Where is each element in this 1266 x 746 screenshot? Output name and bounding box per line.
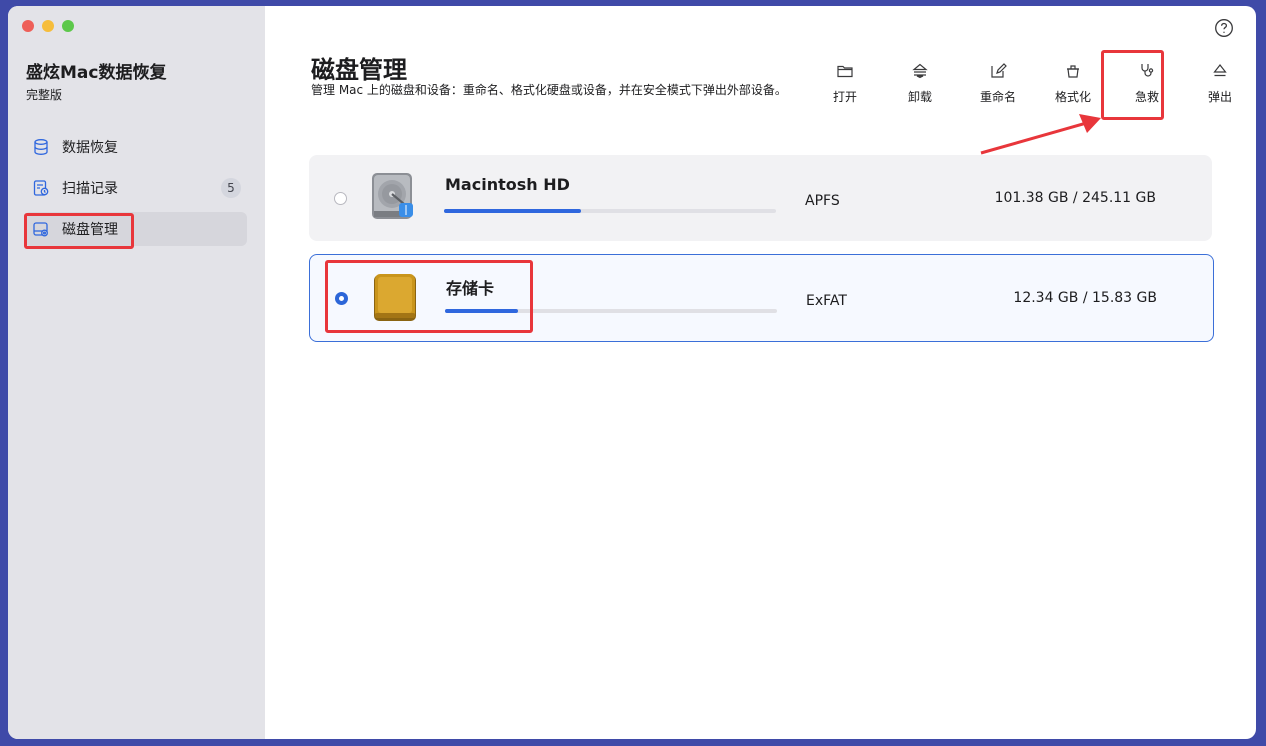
page-title: 磁盘管理	[311, 56, 407, 84]
minimize-window-button[interactable]	[42, 20, 54, 32]
scan-history-icon	[32, 179, 50, 197]
eject-button[interactable]: 弹出	[1185, 62, 1255, 105]
scan-count-badge: 5	[221, 178, 241, 198]
disk-filesystem: APFS	[805, 193, 840, 209]
disk-usage-bar	[444, 209, 776, 213]
disk-filesystem: ExFAT	[806, 293, 847, 309]
disk-usage-fill	[444, 209, 582, 213]
annotation-highlight-memory-card	[325, 260, 533, 333]
disk-capacity: 12.34 GB / 15.83 GB	[1013, 290, 1157, 306]
app-title: 盛炫Mac数据恢复	[26, 63, 167, 83]
toolbar-label: 格式化	[1054, 90, 1091, 104]
open-button[interactable]: 打开	[810, 62, 880, 105]
format-button[interactable]: 格式化	[1038, 62, 1108, 105]
sidebar-item-label: 数据恢复	[62, 140, 118, 156]
toolbar-label: 弹出	[1207, 90, 1232, 104]
toolbar-label: 打开	[832, 90, 857, 104]
rename-button[interactable]: 重命名	[963, 62, 1033, 105]
sidebar: 盛炫Mac数据恢复 完整版 数据恢复 扫描记录 5 磁盘管理	[8, 6, 265, 739]
disk-row-macintosh-hd[interactable]: Macintosh HD APFS 101.38 GB / 245.11 GB	[309, 155, 1212, 241]
sidebar-item-label: 扫描记录	[62, 181, 118, 197]
annotation-highlight-sidebar	[24, 213, 134, 249]
folder-icon	[837, 65, 853, 78]
toolbar-label: 重命名	[979, 90, 1016, 104]
main-panel: 磁盘管理 管理 Mac 上的磁盘和设备：重命名、格式化硬盘或设备，并在安全模式下…	[265, 6, 1256, 739]
unmount-icon	[912, 63, 928, 79]
disk-name: Macintosh HD	[445, 175, 570, 194]
sidebar-item-scan-history[interactable]: 扫描记录 5	[24, 171, 247, 205]
app-window: 盛炫Mac数据恢复 完整版 数据恢复 扫描记录 5 磁盘管理 磁盘管理 管理 M…	[8, 6, 1256, 739]
window-controls	[22, 20, 74, 32]
hard-drive-icon	[372, 173, 413, 219]
rename-icon	[991, 63, 1007, 78]
disk-radio-button[interactable]	[334, 192, 347, 205]
eject-icon	[1213, 64, 1227, 77]
unmount-button[interactable]: 卸载	[885, 62, 955, 105]
close-window-button[interactable]	[22, 20, 34, 32]
disk-capacity: 101.38 GB / 245.11 GB	[994, 190, 1156, 206]
zoom-window-button[interactable]	[62, 20, 74, 32]
format-icon	[1067, 65, 1079, 78]
app-edition: 完整版	[26, 88, 63, 102]
toolbar-label: 卸载	[907, 90, 932, 104]
database-icon	[32, 138, 50, 156]
page-description: 管理 Mac 上的磁盘和设备：重命名、格式化硬盘或设备，并在安全模式下弹出外部设…	[311, 83, 787, 97]
help-icon[interactable]	[1214, 18, 1234, 38]
sidebar-item-data-recovery[interactable]: 数据恢复	[24, 130, 247, 164]
